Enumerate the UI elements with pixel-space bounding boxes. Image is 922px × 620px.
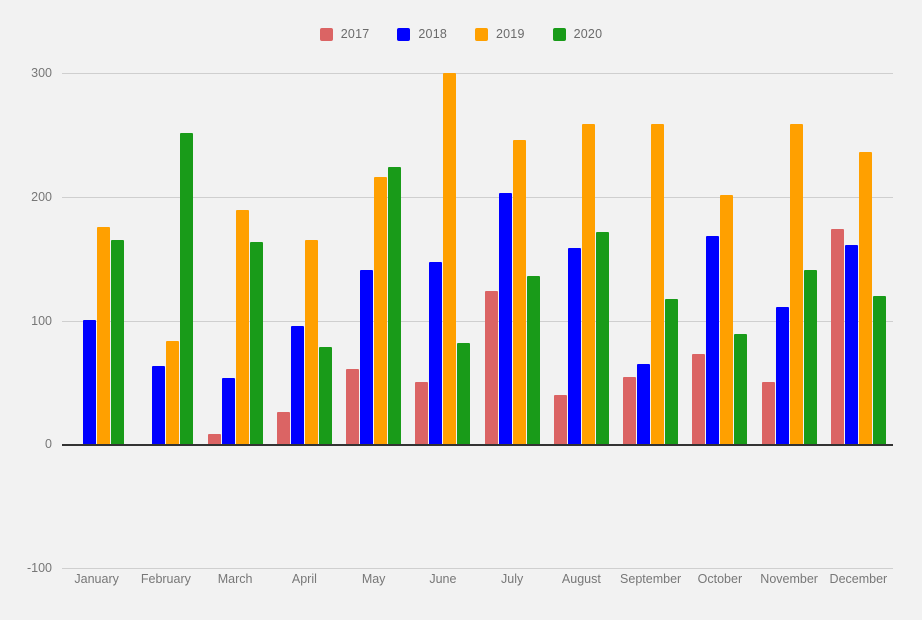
bar-2020-July[interactable] [526,275,540,444]
bar-2019-May[interactable] [374,176,388,444]
y-tick-label: -100 [26,561,52,575]
legend-item-2017[interactable]: 2017 [319,27,370,41]
bar-2018-October[interactable] [706,236,720,444]
x-tick-label: May [361,572,386,586]
x-tick-label: June [429,572,457,586]
bar-2020-December[interactable] [872,295,886,444]
bar-2017-October[interactable] [692,353,706,444]
bar-2017-May[interactable] [346,368,360,444]
bar-2018-May[interactable] [360,269,374,444]
bar-2017-September[interactable] [623,377,637,444]
gridline [62,568,893,569]
bar-2017-July[interactable] [484,290,498,444]
x-tick-label: September [620,572,682,586]
bar-group [131,73,200,568]
bar-2020-June[interactable] [457,342,471,444]
bar-group [685,73,754,568]
bar-2020-January[interactable] [111,239,125,444]
y-axis-labels: 300 200 100 0 -100 [0,66,52,575]
x-tick-label: August [561,572,601,586]
bar-2019-February[interactable] [166,341,180,444]
x-tick-label: January [74,572,119,586]
y-tick-label: 0 [45,437,52,452]
bar-2017-March[interactable] [207,434,221,444]
y-tick-label: 300 [31,66,52,80]
bar-2018-March[interactable] [221,378,235,444]
bar-2020-November[interactable] [803,269,817,444]
x-tick-label: February [140,572,191,586]
bar-2018-August[interactable] [567,248,581,444]
bar-2019-November[interactable] [789,123,803,444]
bar-2019-June[interactable] [443,72,457,444]
bar-2017-November[interactable] [761,382,775,444]
legend-item-2020[interactable]: 2020 [552,27,603,41]
bar-2018-November[interactable] [775,306,789,444]
bar-2017-December[interactable] [830,228,844,444]
legend-label: 2020 [573,27,603,41]
bar-group [547,73,616,568]
bar-2019-March[interactable] [235,210,249,444]
bar-2020-October[interactable] [734,333,748,444]
legend-swatch-icon [319,27,333,41]
bar-2020-April[interactable] [318,347,332,444]
bar-2019-September[interactable] [651,123,665,444]
legend-item-2019[interactable]: 2019 [475,27,525,41]
legend-label: 2017 [340,27,370,41]
bar-group [62,73,131,568]
bar-2017-April[interactable] [276,411,290,444]
legend-item-2018[interactable]: 2018 [397,27,447,41]
bar-2018-July[interactable] [498,192,512,444]
bar-group [616,73,685,568]
bar-2017-June[interactable] [415,382,429,444]
bar-2018-February[interactable] [152,366,166,444]
bar-2018-January[interactable] [83,320,97,444]
legend-swatch-icon [552,27,566,41]
chart-legend: 2017 2018 2019 2020 [0,27,922,41]
bar-group [408,72,477,568]
x-tick-label: March [217,572,253,586]
x-tick-label: April [291,572,317,586]
bar-group [339,73,408,568]
bar-2019-January[interactable] [97,227,111,444]
bar-2020-September[interactable] [665,299,679,444]
x-axis-labels: January February March April May June July Augu… [62,572,893,596]
bar-group [201,73,270,568]
bar-2020-August[interactable] [595,232,609,444]
bar-group [755,73,824,568]
bar-2019-October[interactable] [720,195,734,444]
bar-2019-July[interactable] [512,139,526,444]
x-tick-label: December [829,572,888,586]
bar-2018-June[interactable] [429,262,443,444]
bar-2018-December[interactable] [844,244,858,444]
bar-2020-May[interactable] [388,166,402,444]
bar-2020-March[interactable] [249,242,263,444]
bar-2019-April[interactable] [304,239,318,444]
bar-group [478,73,547,568]
bar-group [270,73,339,568]
bar-2020-February[interactable] [180,133,194,444]
x-tick-label: July [501,572,524,586]
legend-swatch-icon [475,27,488,41]
bar-2018-September[interactable] [637,363,651,444]
bar-2017-August[interactable] [553,394,567,444]
legend-label: 2019 [496,27,525,41]
bar-2019-December[interactable] [858,151,872,444]
bar-2019-August[interactable] [581,123,595,444]
legend-swatch-icon [397,27,411,41]
y-tick-label: 200 [31,189,52,204]
bar-2018-April[interactable] [290,326,304,444]
bar-chart: 2017 2018 2019 2020 300 200 100 0 -100 January F… [0,0,922,620]
x-tick-label: October [697,572,743,586]
bar-group [824,73,893,568]
y-tick-label: 100 [31,313,52,328]
legend-label: 2018 [418,27,447,41]
x-tick-label: November [760,572,818,586]
plot-bars [62,72,893,568]
